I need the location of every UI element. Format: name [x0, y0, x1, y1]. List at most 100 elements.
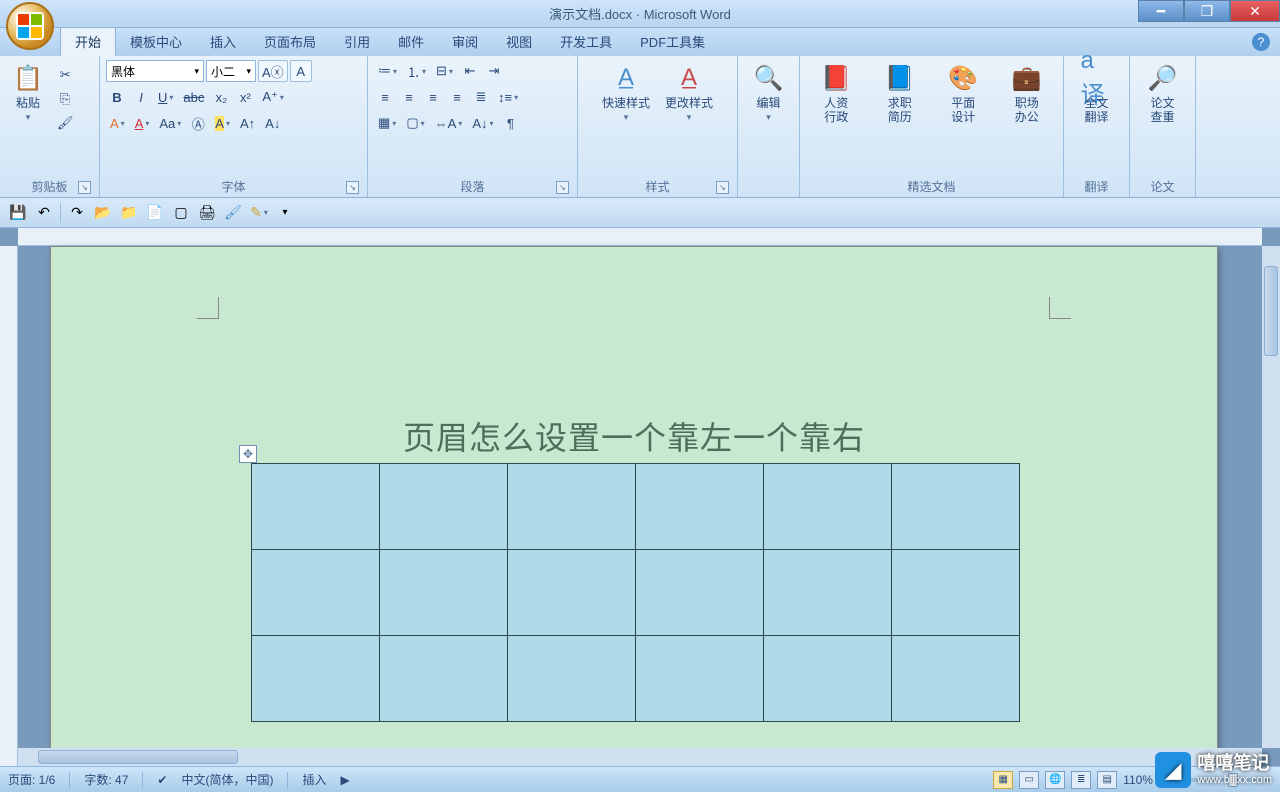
help-icon[interactable]: ? — [1252, 33, 1270, 51]
table-move-handle-icon[interactable]: ✥ — [239, 445, 257, 463]
qat-customize-icon[interactable]: ▾ — [275, 203, 295, 223]
window-maximize-button[interactable]: ❐ — [1184, 0, 1230, 22]
format-painter-button[interactable]: 🖌 — [53, 112, 78, 134]
change-styles-button[interactable]: A̲ 更改样式▾ — [659, 60, 719, 125]
phonetic-guide-button[interactable]: A⁺ — [258, 86, 288, 108]
new-doc-icon[interactable]: 📄 — [145, 203, 165, 223]
view-print-layout-button[interactable]: ▦ — [993, 771, 1013, 789]
distribute-button[interactable]: ≣ — [470, 86, 492, 108]
numbering-button[interactable]: ⒈ — [403, 60, 430, 82]
clipboard-launcher[interactable]: ↘ — [78, 181, 91, 194]
status-mode[interactable]: 插入 — [302, 771, 326, 788]
copy-button[interactable]: ⎘ — [53, 88, 78, 110]
subscript-button[interactable]: x₂ — [210, 86, 232, 108]
margin-mark-top-left — [197, 297, 219, 319]
status-page[interactable]: 页面: 1/6 — [8, 771, 55, 788]
zoom-level[interactable]: 110% — [1123, 773, 1153, 787]
new-folder-icon[interactable]: 📁 — [119, 203, 139, 223]
document-page[interactable]: 页眉怎么设置一个靠左一个靠右 ✥ — [50, 246, 1218, 766]
redo-icon[interactable]: ↷ — [67, 203, 87, 223]
cut-button[interactable]: ✂ — [53, 64, 78, 86]
borders-button[interactable]: ▢ — [402, 112, 428, 134]
superscript-button[interactable]: x² — [234, 86, 256, 108]
editing-button[interactable]: 🔍 编辑▾ — [747, 60, 791, 125]
horizontal-ruler[interactable] — [18, 228, 1262, 246]
window-close-button[interactable]: ✕ — [1230, 0, 1280, 22]
translate-button[interactable]: a译全文翻译 — [1075, 60, 1119, 127]
status-proofing-icon[interactable]: ✔ — [157, 773, 167, 787]
show-marks-button[interactable]: ¶ — [500, 112, 522, 134]
highlight-button[interactable]: A — [211, 112, 234, 134]
group-clipboard: 📋 粘贴 ▾ ✂ ⎘ 🖌 剪贴板↘ — [0, 56, 100, 197]
shading-button[interactable]: ▦ — [374, 112, 400, 134]
decrease-indent-button[interactable]: ⇤ — [459, 60, 481, 82]
font-launcher[interactable]: ↘ — [346, 181, 359, 194]
align-right-button[interactable]: ≡ — [422, 86, 444, 108]
view-web-layout-button[interactable]: 🌐 — [1045, 771, 1065, 789]
tab-insert[interactable]: 插入 — [196, 27, 250, 56]
status-language[interactable]: 中文(简体，中国) — [181, 771, 273, 788]
office-button[interactable] — [6, 2, 54, 50]
justify-button[interactable]: ≡ — [446, 86, 468, 108]
char-border-button[interactable]: A — [290, 60, 312, 82]
bullets-button[interactable]: ≔ — [374, 60, 401, 82]
document-area: 页眉怎么设置一个靠左一个靠右 ✥ — [0, 228, 1280, 766]
featured-design-button[interactable]: 🎨平面设计 — [941, 60, 985, 127]
underline-button[interactable]: U — [154, 86, 177, 108]
blank-doc-icon[interactable]: ▢ — [171, 203, 191, 223]
bold-button[interactable]: B — [106, 86, 128, 108]
shrink-font-button[interactable]: A↓ — [261, 112, 284, 134]
status-word-count[interactable]: 字数: 47 — [84, 771, 128, 788]
highlight-tool-icon[interactable]: ✎ — [249, 203, 269, 223]
view-draft-button[interactable]: ▤ — [1097, 771, 1117, 789]
clear-format-button[interactable]: Aⓧ — [258, 60, 288, 82]
tab-home[interactable]: 开始 — [60, 26, 116, 56]
multilevel-list-button[interactable]: ⊟ — [432, 60, 457, 82]
font-name-combo[interactable]: 黑体▾ — [106, 60, 204, 82]
quick-styles-button[interactable]: A̲ 快速样式▾ — [596, 60, 656, 125]
tab-references[interactable]: 引用 — [330, 27, 384, 56]
save-icon[interactable]: 💾 — [8, 203, 28, 223]
paste-button[interactable]: 📋 粘贴 ▾ — [6, 60, 50, 125]
change-case-button[interactable]: Aa — [155, 112, 185, 134]
tab-mailings[interactable]: 邮件 — [384, 27, 438, 56]
text-effects-button[interactable]: A — [106, 112, 129, 134]
grow-font-button[interactable]: A↑ — [236, 112, 259, 134]
tab-review[interactable]: 审阅 — [438, 27, 492, 56]
brush-icon[interactable]: 🖌 — [223, 203, 243, 223]
tab-template[interactable]: 模板中心 — [116, 27, 196, 56]
undo-icon[interactable]: ↶ — [34, 203, 54, 223]
paragraph-launcher[interactable]: ↘ — [556, 181, 569, 194]
horizontal-scrollbar[interactable] — [18, 748, 1262, 766]
open-icon[interactable]: 📂 — [93, 203, 113, 223]
featured-resume-button[interactable]: 📘求职简历 — [878, 60, 922, 127]
sort-button[interactable]: A↓ — [468, 112, 497, 134]
char-scale-button[interactable]: ⇔A — [431, 112, 467, 134]
featured-hr-button[interactable]: 📕人资行政 — [814, 60, 858, 127]
strikethrough-button[interactable]: abc — [179, 86, 208, 108]
font-color-button[interactable]: A — [131, 112, 154, 134]
window-minimize-button[interactable]: ━ — [1138, 0, 1184, 22]
thesis-check-button[interactable]: 🔎论文查重 — [1141, 60, 1185, 127]
status-macro-icon[interactable]: ▶ — [340, 773, 349, 787]
increase-indent-button[interactable]: ⇥ — [483, 60, 505, 82]
tab-page-layout[interactable]: 页面布局 — [250, 27, 330, 56]
styles-launcher[interactable]: ↘ — [716, 181, 729, 194]
circled-char-button[interactable]: Ⓐ — [187, 112, 209, 134]
vertical-ruler[interactable] — [0, 246, 18, 766]
align-center-button[interactable]: ≡ — [398, 86, 420, 108]
tab-developer[interactable]: 开发工具 — [546, 27, 626, 56]
view-full-screen-button[interactable]: ▭ — [1019, 771, 1039, 789]
document-heading[interactable]: 页眉怎么设置一个靠左一个靠右 — [51, 413, 1217, 459]
print-icon[interactable]: 🖨 — [197, 203, 217, 223]
vertical-scrollbar[interactable] — [1262, 246, 1280, 748]
view-outline-button[interactable]: ≣ — [1071, 771, 1091, 789]
line-spacing-button[interactable]: ↕≡ — [494, 86, 522, 108]
document-table[interactable] — [251, 463, 1020, 722]
tab-pdf-tools[interactable]: PDF工具集 — [626, 27, 719, 56]
featured-office-button[interactable]: 💼职场办公 — [1005, 60, 1049, 127]
align-left-button[interactable]: ≡ — [374, 86, 396, 108]
tab-view[interactable]: 视图 — [492, 27, 546, 56]
italic-button[interactable]: I — [130, 86, 152, 108]
font-size-combo[interactable]: 小二▾ — [206, 60, 256, 82]
